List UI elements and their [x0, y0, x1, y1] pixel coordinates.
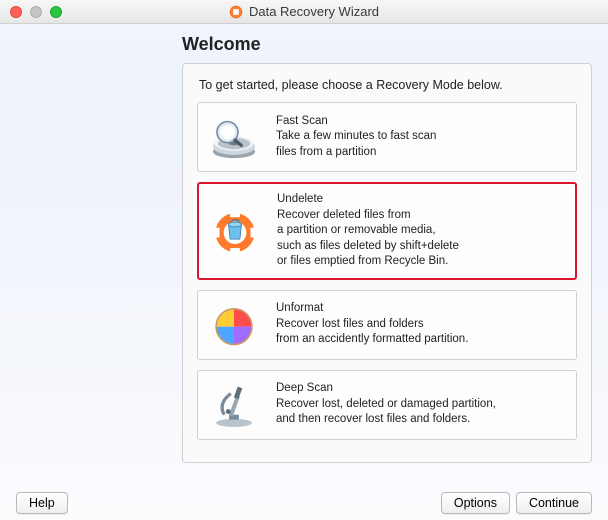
- recovery-mode-panel: To get started, please choose a Recovery…: [182, 63, 592, 463]
- content-area: Welcome To get started, please choose a …: [0, 24, 608, 463]
- help-button[interactable]: Help: [16, 492, 68, 514]
- mode-description: Recover lost, deleted or damaged partiti…: [276, 397, 496, 428]
- app-icon: [229, 5, 243, 19]
- options-button[interactable]: Options: [441, 492, 510, 514]
- hard-drive-magnifier-icon: [208, 111, 260, 163]
- mode-title: Unformat: [276, 301, 468, 317]
- minimize-icon[interactable]: [30, 6, 42, 18]
- titlebar: Data Recovery Wizard: [0, 0, 608, 24]
- mode-description: Recover deleted files from a partition o…: [277, 208, 459, 270]
- microscope-icon: [208, 379, 260, 431]
- mode-undelete[interactable]: Undelete Recover deleted files from a pa…: [197, 182, 577, 280]
- mode-fast-scan[interactable]: Fast Scan Take a few minutes to fast sca…: [197, 102, 577, 172]
- bottom-bar: Help Options Continue: [0, 492, 608, 514]
- pie-chart-icon: [208, 299, 260, 351]
- continue-button[interactable]: Continue: [516, 492, 592, 514]
- window-title: Data Recovery Wizard: [249, 4, 379, 19]
- mode-description: Recover lost files and folders from an a…: [276, 317, 468, 348]
- close-icon[interactable]: [10, 6, 22, 18]
- page-title: Welcome: [182, 34, 592, 55]
- mode-unformat[interactable]: Unformat Recover lost files and folders …: [197, 290, 577, 360]
- panel-intro: To get started, please choose a Recovery…: [199, 78, 577, 92]
- mode-title: Fast Scan: [276, 114, 436, 130]
- mode-description: Take a few minutes to fast scan files fr…: [276, 129, 436, 160]
- mode-title: Undelete: [277, 192, 459, 208]
- window-controls: [0, 6, 62, 18]
- lifebuoy-trash-icon: [209, 205, 261, 257]
- zoom-icon[interactable]: [50, 6, 62, 18]
- mode-title: Deep Scan: [276, 381, 496, 397]
- mode-deep-scan[interactable]: Deep Scan Recover lost, deleted or damag…: [197, 370, 577, 440]
